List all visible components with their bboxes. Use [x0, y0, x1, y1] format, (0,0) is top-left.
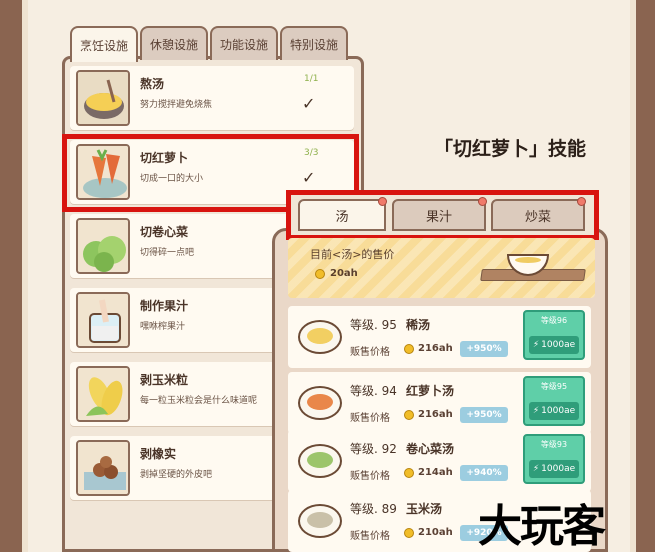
upgrade-level: 等级93 [540, 440, 568, 449]
skill-desc: 每一粒玉米粒会是什么味道呢 [140, 396, 258, 406]
skill-heading: 「切红萝卜」技能 [434, 138, 587, 160]
upgrade-cost-value: 1000ae [541, 340, 576, 350]
coin-icon [315, 269, 325, 279]
coin-icon [404, 468, 414, 478]
dish-row: 等级. 92 卷心菜汤 贩售价格 214ah +940% 等级93 ⚡ 1000a… [288, 430, 591, 492]
lightning-icon: ⚡ [532, 464, 540, 474]
skill-title: 制作果汁 [140, 299, 189, 313]
cabbage-icon [76, 218, 130, 274]
skill-desc: 努力搅拌避免烧焦 [140, 100, 213, 110]
dish-price-label: 贩售价格 [350, 471, 390, 482]
skill-row[interactable]: 熬汤 努力搅拌避免烧焦 1/1 ✓ [70, 66, 354, 130]
dish-name: 稀汤 [406, 318, 431, 332]
tab-special[interactable]: 特别设施 [280, 26, 348, 60]
dish-level: 等级. 95 [350, 318, 397, 332]
dish-level: 等级. 89 [350, 502, 397, 516]
lightning-icon: ⚡ [532, 340, 540, 350]
soup-bowl-icon [298, 320, 342, 354]
current-price-label: 目前<汤>的售价 [310, 248, 395, 261]
frame-left-inner [22, 0, 28, 552]
soup-bowl-icon [298, 504, 342, 538]
current-price-value: 20ah [330, 268, 358, 279]
upgrade-cost: ⚡ 1000ae [529, 402, 579, 420]
watermark-logo: 大玩客 [478, 501, 606, 552]
upgrade-cost: ⚡ 1000ae [529, 460, 579, 478]
dish-price: 210ah [418, 527, 453, 538]
dish-price-label: 贩售价格 [350, 531, 390, 542]
dish-row: 等级. 94 红萝卜汤 贩售价格 216ah +950% 等级95 ⚡ 1000a… [288, 372, 591, 434]
skill-desc: 剥掉坚硬的外皮吧 [140, 470, 213, 480]
upgrade-cost-value: 1000ae [541, 464, 576, 474]
dish-price-label: 贩售价格 [350, 413, 390, 424]
acorn-icon [76, 440, 130, 496]
dish-name: 卷心菜汤 [406, 442, 455, 456]
check-icon: ✓ [302, 94, 316, 113]
corn-icon [76, 366, 130, 422]
upgrade-cost-value: 1000ae [541, 406, 576, 416]
skill-desc: 嘿咻榨果汁 [140, 322, 186, 332]
dish-level: 等级. 92 [350, 442, 397, 456]
dish-price: 216ah [418, 409, 453, 420]
upgrade-level: 等级95 [540, 382, 568, 391]
skill-title: 剥橡实 [140, 447, 177, 461]
skill-title: 熬汤 [140, 77, 165, 91]
dish-name: 玉米汤 [406, 502, 443, 516]
price-bonus-badge: +950% [460, 407, 508, 423]
tab-function[interactable]: 功能设施 [210, 26, 278, 60]
coin-icon [404, 528, 414, 538]
highlight-box-tabs [286, 190, 599, 240]
tab-cooking[interactable]: 烹饪设施 [70, 26, 138, 62]
dish-name: 红萝卜汤 [406, 384, 455, 398]
soup-pot-icon [76, 70, 130, 126]
upgrade-button[interactable]: 等级95 ⚡ 1000ae [523, 376, 585, 426]
soup-bowl-icon [298, 444, 342, 478]
skill-title: 切卷心菜 [140, 225, 189, 239]
upgrade-button[interactable]: 等级93 ⚡ 1000ae [523, 434, 585, 484]
lightning-icon: ⚡ [532, 406, 540, 416]
skill-count: 1/1 [304, 74, 319, 84]
soup-bowl-icon [298, 386, 342, 420]
dish-price: 216ah [418, 343, 453, 354]
upgrade-cost: ⚡ 1000ae [529, 336, 579, 354]
skill-desc: 切得碎一点吧 [140, 248, 195, 258]
skill-title: 剥玉米粒 [140, 373, 189, 387]
juice-icon [76, 292, 130, 348]
dish-price: 214ah [418, 467, 453, 478]
coin-icon [404, 410, 414, 420]
price-bonus-badge: +940% [460, 465, 508, 481]
frame-right [636, 0, 655, 552]
frame-left [0, 0, 22, 552]
dish-level: 等级. 94 [350, 384, 397, 398]
upgrade-button[interactable]: 等级96 ⚡ 1000ae [523, 310, 585, 360]
coin-icon [404, 344, 414, 354]
dish-price-label: 贩售价格 [350, 347, 390, 358]
upgrade-level: 等级96 [540, 316, 568, 325]
price-bonus-badge: +950% [460, 341, 508, 357]
tab-rest[interactable]: 休憩设施 [140, 26, 208, 60]
dish-row: 等级. 95 稀汤 贩售价格 216ah +950% 等级96 ⚡ 1000ae [288, 306, 591, 368]
